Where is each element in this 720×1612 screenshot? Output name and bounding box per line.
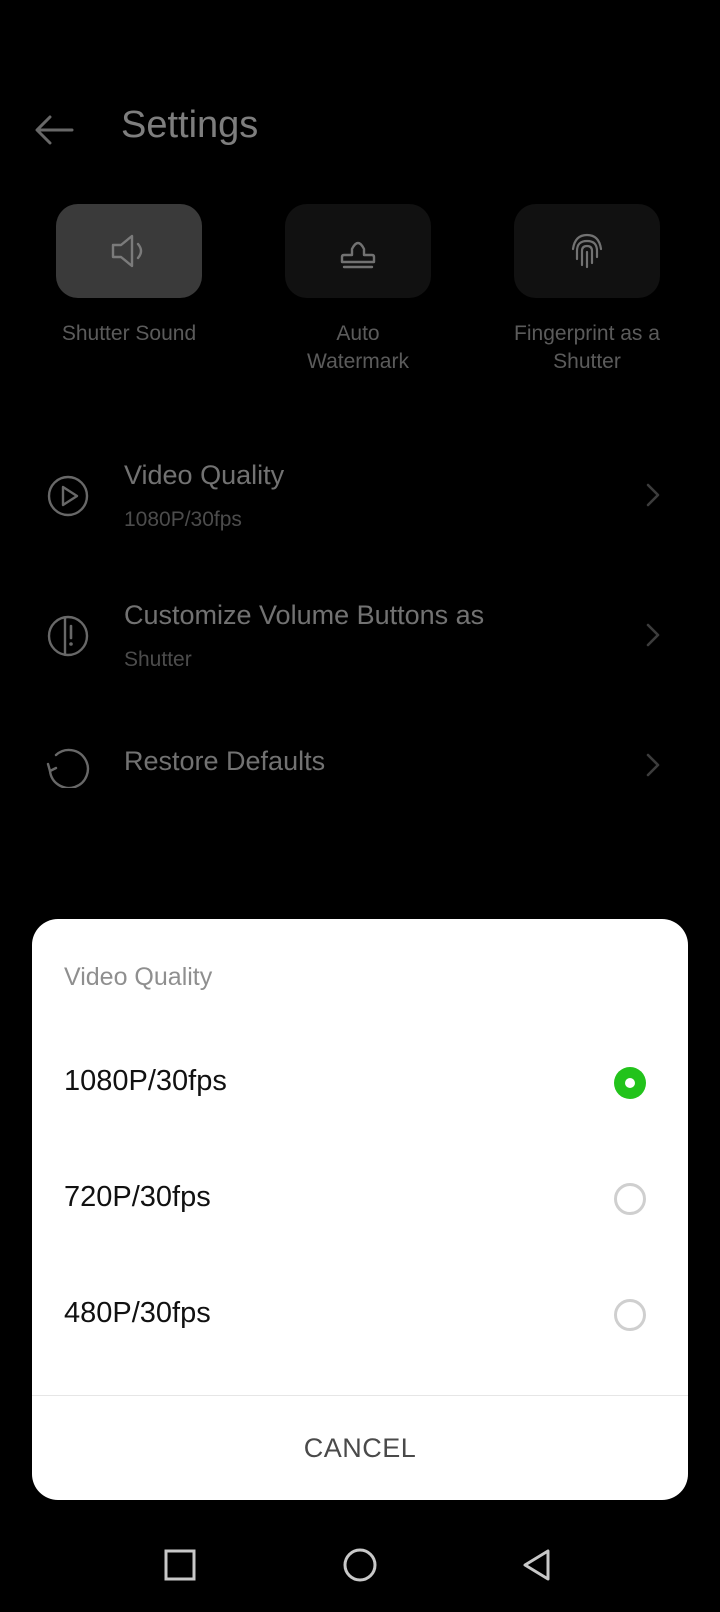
option-label: 720P/30fps [64,1181,211,1213]
triangle-back-icon [523,1549,550,1581]
option-label: 480P/30fps [64,1297,211,1329]
system-nav-bar [0,1528,720,1598]
radio-unselected[interactable] [614,1299,646,1331]
option-480p[interactable]: 480P/30fps [32,1261,688,1377]
radio-selected[interactable] [614,1067,646,1099]
cancel-button[interactable]: CANCEL [32,1396,688,1500]
video-quality-dialog: Video Quality 1080P/30fps 720P/30fps 480… [32,919,688,1500]
radio-unselected[interactable] [614,1183,646,1215]
dialog-title: Video Quality [64,963,213,991]
square-icon [164,1549,196,1581]
back-nav-button[interactable] [512,1540,562,1590]
option-1080p[interactable]: 1080P/30fps [32,1029,688,1145]
option-720p[interactable]: 720P/30fps [32,1145,688,1261]
recents-button[interactable] [155,1540,205,1590]
circle-icon [343,1548,377,1582]
home-button[interactable] [335,1540,385,1590]
camera-settings-screen: Settings Shutter Sound Auto Watermark Fi… [0,0,720,1612]
option-label: 1080P/30fps [64,1065,227,1097]
